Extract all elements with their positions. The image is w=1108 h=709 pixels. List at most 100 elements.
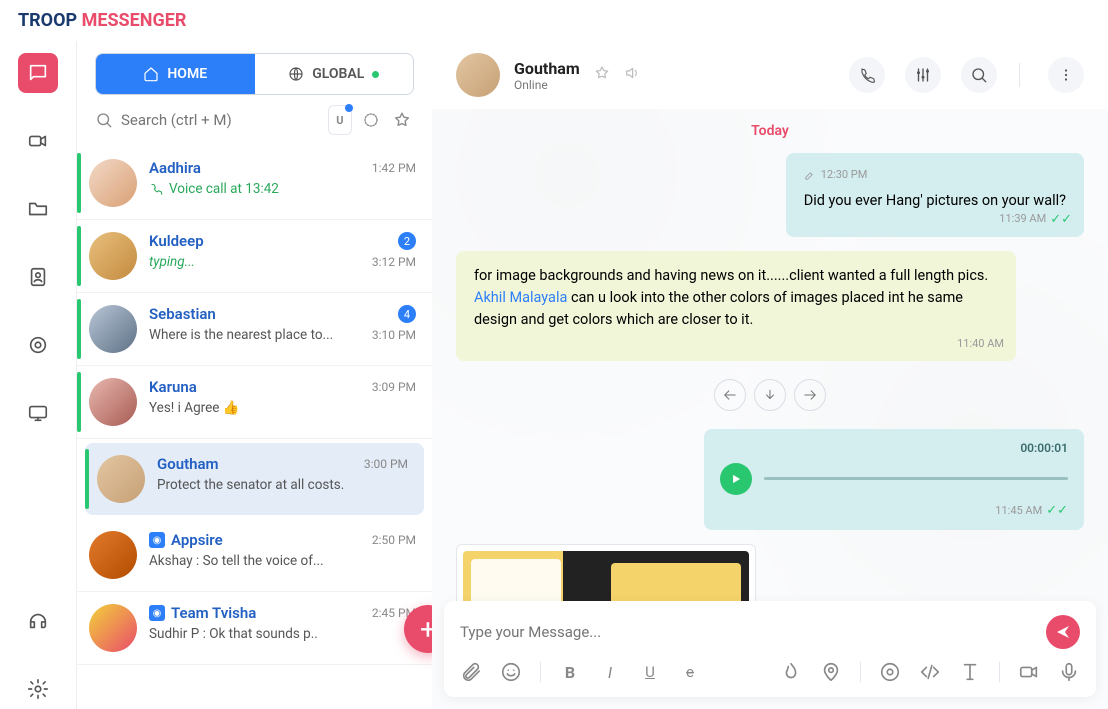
- tabs: HOME GLOBAL: [95, 53, 414, 95]
- play-button[interactable]: [720, 463, 752, 495]
- location-icon[interactable]: [820, 661, 842, 683]
- chat-time: 3:12 PM: [372, 255, 416, 269]
- brand-part2: MESSENGER: [82, 10, 187, 31]
- chat-item[interactable]: Aadhira1:42 PM Voice call at 13:42: [77, 147, 432, 220]
- online-bar: [77, 226, 81, 286]
- left-rail: [0, 41, 76, 709]
- chat-list: Aadhira1:42 PM Voice call at 13:42 Kulde…: [77, 147, 432, 709]
- msg1-time: 11:39 AM: [999, 211, 1046, 228]
- rail-settings-icon[interactable]: [18, 669, 58, 709]
- rail-chat-icon[interactable]: [18, 53, 58, 93]
- italic-icon[interactable]: I: [599, 661, 621, 683]
- avatar: [89, 305, 137, 353]
- star-icon[interactable]: [594, 65, 610, 85]
- search-button[interactable]: [961, 57, 997, 93]
- chat-item[interactable]: Karuna 3:09 PM Yes! i Agree 👍: [77, 366, 432, 439]
- filter-circle-icon[interactable]: [360, 105, 383, 135]
- voice-message[interactable]: 00:00:01 11:45 AM✓✓: [704, 429, 1084, 530]
- video-record-icon[interactable]: [1018, 661, 1040, 683]
- filter-unread-button[interactable]: U: [328, 105, 352, 135]
- attach-icon[interactable]: [460, 661, 482, 683]
- avatar: [89, 378, 137, 426]
- online-bar: [77, 153, 81, 213]
- speaker-icon[interactable]: [624, 65, 640, 85]
- chat-preview: Yes! i Agree 👍: [149, 400, 416, 416]
- rail-circle-icon[interactable]: [18, 325, 58, 365]
- search-input[interactable]: [121, 111, 320, 129]
- message-in-1[interactable]: for image backgrounds and having news on…: [456, 251, 1016, 360]
- chat-time: 1:42 PM: [372, 161, 416, 175]
- chat-time: 3:00 PM: [364, 457, 408, 471]
- chat-time: 2:50 PM: [372, 533, 416, 547]
- rail-folder-icon[interactable]: [18, 189, 58, 229]
- call-button[interactable]: [849, 57, 885, 93]
- chat-item[interactable]: Kuldeep2 typing...3:12 PM: [77, 220, 432, 293]
- image-message[interactable]: [456, 544, 756, 602]
- chat-time: 3:10 PM: [372, 328, 416, 342]
- send-button[interactable]: [1046, 615, 1080, 649]
- chat-preview: typing...: [149, 254, 366, 270]
- online-bar: [85, 449, 89, 509]
- header-avatar[interactable]: [456, 53, 500, 97]
- unread-badge: 4: [398, 305, 416, 323]
- msg2-mention[interactable]: Akhil Malayala: [474, 289, 567, 306]
- brand: TROOP MESSENGER: [0, 0, 1108, 41]
- underline-icon[interactable]: U: [639, 661, 661, 683]
- record-icon[interactable]: [879, 661, 901, 683]
- chat-preview: Voice call at 13:42: [169, 181, 416, 197]
- chat-preview: Protect the senator at all costs.: [157, 477, 408, 493]
- msg2-pre: for image backgrounds and having news on…: [474, 267, 988, 284]
- group-icon: ◉: [149, 532, 165, 548]
- chat-item[interactable]: ◉Team Tvisha2:45 PM Sudhir P : Ok that s…: [77, 592, 432, 665]
- search-box[interactable]: [95, 111, 320, 129]
- msg1-text: Did you ever Hang' pictures on your wall…: [804, 192, 1066, 209]
- chat-item[interactable]: ◉Appsire2:50 PM Akshay : So tell the voi…: [77, 519, 432, 592]
- rail-contacts-icon[interactable]: [18, 257, 58, 297]
- message-out-1[interactable]: 12:30 PM Did you ever Hang' pictures on …: [786, 153, 1084, 237]
- tab-global-label: GLOBAL: [312, 66, 364, 82]
- chat-time: 3:09 PM: [372, 380, 416, 394]
- voice-track[interactable]: [764, 477, 1068, 480]
- avatar: [89, 232, 137, 280]
- avatar: [97, 455, 145, 503]
- header-status: Online: [514, 78, 580, 92]
- fire-icon[interactable]: [780, 661, 802, 683]
- chat-name: Sebastian: [149, 305, 216, 323]
- action-down-icon[interactable]: [754, 379, 786, 411]
- message-input[interactable]: [460, 623, 1034, 641]
- composer: B I U e: [444, 601, 1096, 697]
- code-icon[interactable]: [919, 661, 941, 683]
- mic-icon[interactable]: [1058, 661, 1080, 683]
- chat-preview: Where is the nearest place to...: [149, 327, 366, 343]
- rail-headset-icon[interactable]: [18, 601, 58, 641]
- chat-list-panel: HOME GLOBAL U: [76, 41, 432, 709]
- messages: Today 12:30 PM Did you ever Hang' pictur…: [432, 109, 1108, 601]
- chat-name: Goutham: [157, 455, 219, 473]
- action-reply-icon[interactable]: [714, 379, 746, 411]
- strike-icon[interactable]: e: [679, 661, 701, 683]
- rail-monitor-icon[interactable]: [18, 393, 58, 433]
- chat-name: Kuldeep: [149, 232, 204, 250]
- voice-time: 11:45 AM: [995, 504, 1042, 517]
- more-button[interactable]: [1048, 57, 1084, 93]
- chat-item[interactable]: Sebastian 4 Where is the nearest place to…: [77, 293, 432, 366]
- action-forward-icon[interactable]: [794, 379, 826, 411]
- msg2-time: 11:40 AM: [957, 336, 1004, 353]
- brand-part1: TROOP: [18, 10, 77, 31]
- text-tool-icon[interactable]: [959, 661, 981, 683]
- emoji-icon[interactable]: [500, 661, 522, 683]
- tab-global[interactable]: GLOBAL: [255, 54, 414, 94]
- rail-video-icon[interactable]: [18, 121, 58, 161]
- message-actions: [714, 379, 826, 411]
- bold-icon[interactable]: B: [559, 661, 581, 683]
- avatar: [89, 531, 137, 579]
- group-icon: ◉: [149, 605, 165, 621]
- voice-duration: 00:00:01: [720, 441, 1068, 455]
- chat-name: Karuna: [149, 378, 197, 396]
- tab-home[interactable]: HOME: [96, 54, 255, 94]
- equalizer-button[interactable]: [905, 57, 941, 93]
- msg1-edit-time: 12:30 PM: [821, 167, 868, 184]
- online-bar: [77, 299, 81, 359]
- chat-item[interactable]: Goutham 3:00 PM Protect the senator at al…: [85, 443, 424, 515]
- filter-star-icon[interactable]: [391, 105, 414, 135]
